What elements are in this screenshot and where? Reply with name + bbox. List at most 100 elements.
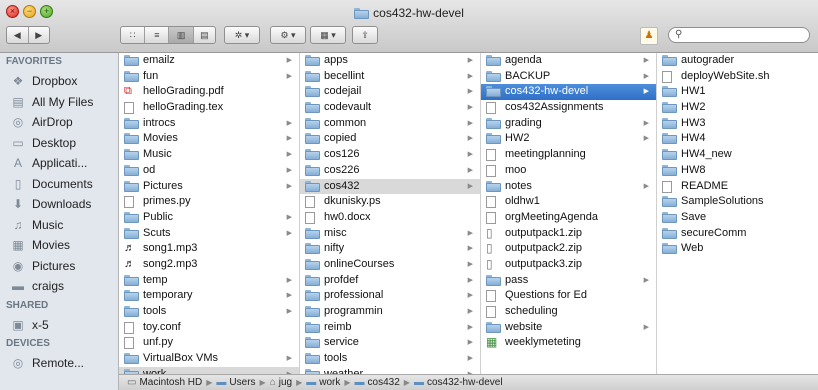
sidebar-item-applicati[interactable]: A Applicati... (0, 153, 118, 174)
folder-row[interactable]: od ▶ (119, 163, 299, 179)
column-view-button[interactable]: ▥ (169, 27, 194, 43)
folder-row[interactable]: website ▶ (481, 320, 656, 336)
folder-row[interactable]: Save (657, 210, 818, 226)
file-row[interactable]: ▯ outputpack1.zip (481, 226, 656, 242)
folder-row[interactable]: nifty ▶ (300, 241, 480, 257)
file-row[interactable]: helloGrading.tex (119, 100, 299, 116)
file-row[interactable]: ♬ song2.mp3 (119, 257, 299, 273)
file-row[interactable]: meetingplanning (481, 147, 656, 163)
folder-row[interactable]: HW4 (657, 131, 818, 147)
folder-row[interactable]: fun ▶ (119, 69, 299, 85)
sidebar-item-all-my-files[interactable]: ▤ All My Files (0, 92, 118, 113)
folder-row[interactable]: professional ▶ (300, 288, 480, 304)
folder-row[interactable]: Movies ▶ (119, 131, 299, 147)
folder-row[interactable]: Scuts ▶ (119, 226, 299, 242)
path-crumb[interactable]: ▬ Users ▶ (216, 377, 269, 388)
folder-row[interactable]: HW8 (657, 163, 818, 179)
folder-row[interactable]: agenda ▶ (481, 53, 656, 69)
file-row[interactable]: orgMeetingAgenda (481, 210, 656, 226)
sidebar-item-craigs[interactable]: ▬ craigs (0, 276, 118, 297)
back-button[interactable]: ◀ (7, 27, 29, 43)
file-row[interactable]: oldhw1 (481, 194, 656, 210)
file-row[interactable]: Questions for Ed (481, 288, 656, 304)
folder-row[interactable]: cos126 ▶ (300, 147, 480, 163)
sidebar-item-music[interactable]: ♫ Music (0, 215, 118, 236)
folder-row[interactable]: notes ▶ (481, 179, 656, 195)
sidebar-item-movies[interactable]: ▦ Movies (0, 235, 118, 256)
folder-row[interactable]: codevault ▶ (300, 100, 480, 116)
list-view-button[interactable]: ≡ (145, 27, 170, 43)
folder-row[interactable]: cos226 ▶ (300, 163, 480, 179)
file-row[interactable]: ⧉ helloGrading.pdf (119, 84, 299, 100)
folder-row[interactable]: Public ▶ (119, 210, 299, 226)
file-row[interactable]: toy.conf (119, 320, 299, 336)
folder-row[interactable]: HW2 ▶ (481, 131, 656, 147)
folder-row[interactable]: reimb ▶ (300, 320, 480, 336)
folder-row[interactable]: introcs ▶ (119, 116, 299, 132)
coverflow-view-button[interactable]: ▤ (194, 27, 215, 43)
sidebar-item-pictures[interactable]: ◉ Pictures (0, 256, 118, 277)
folder-row[interactable]: BACKUP ▶ (481, 69, 656, 85)
path-crumb[interactable]: ▬ work ▶ (306, 377, 354, 388)
sidebar-item-remote[interactable]: ◎ Remote... (0, 353, 118, 374)
file-row[interactable]: deployWebSite.sh (657, 69, 818, 85)
sidebar-item-downloads[interactable]: ⬇ Downloads (0, 194, 118, 215)
folder-row[interactable]: tools ▶ (119, 304, 299, 320)
search-field[interactable]: ⚲ (668, 27, 810, 43)
folder-row[interactable]: cos432 ▶ (300, 178, 480, 195)
sidebar-item-airdrop[interactable]: ◎ AirDrop (0, 112, 118, 133)
folder-row[interactable]: autograder (657, 53, 818, 69)
forward-button[interactable]: ▶ (29, 27, 50, 43)
folder-row[interactable]: temporary ▶ (119, 288, 299, 304)
folder-row[interactable]: onlineCourses ▶ (300, 257, 480, 273)
folder-row[interactable]: Music ▶ (119, 147, 299, 163)
folder-row[interactable]: profdef ▶ (300, 273, 480, 289)
grid-menu-button[interactable]: ▦ ▾ (310, 26, 346, 44)
folder-row[interactable]: codejail ▶ (300, 84, 480, 100)
folder-row[interactable]: temp ▶ (119, 273, 299, 289)
file-row[interactable]: primes.py (119, 194, 299, 210)
file-row[interactable]: scheduling (481, 304, 656, 320)
folder-row[interactable]: HW3 (657, 116, 818, 132)
path-crumb[interactable]: ▭ Macintosh HD ▶ (127, 377, 216, 388)
folder-row[interactable]: work▶ (119, 366, 299, 374)
folder-row[interactable]: apps ▶ (300, 53, 480, 69)
folder-row[interactable]: secureComm (657, 226, 818, 242)
file-row[interactable]: ▯ outputpack3.zip (481, 257, 656, 273)
search-input[interactable] (689, 29, 803, 42)
icon-view-button[interactable]: ∷ (121, 27, 146, 43)
sidebar-item-desktop[interactable]: ▭ Desktop (0, 133, 118, 154)
file-row[interactable]: hw0.docx (300, 210, 480, 226)
action-menu-button[interactable]: ✲ ▾ (224, 26, 260, 44)
file-row[interactable]: dkunisky.ps (300, 194, 480, 210)
sidebar-item-dropbox[interactable]: ❖ Dropbox (0, 71, 118, 92)
sidebar-item-x-5[interactable]: ▣ x-5 (0, 315, 118, 336)
file-row[interactable]: moo (481, 163, 656, 179)
file-row[interactable]: README (657, 179, 818, 195)
arrange-menu-button[interactable]: ⚙ ▾ (270, 26, 306, 44)
folder-row[interactable]: common ▶ (300, 116, 480, 132)
path-crumb[interactable]: ▬ cos432-hw-devel (414, 377, 503, 388)
file-row[interactable]: ▯ outputpack2.zip (481, 241, 656, 257)
folder-row[interactable]: SampleSolutions (657, 194, 818, 210)
path-crumb[interactable]: ⌂ jug ▶ (270, 377, 307, 388)
path-crumb[interactable]: ▬ cos432 ▶ (355, 377, 414, 388)
folder-row[interactable]: copied ▶ (300, 131, 480, 147)
file-row[interactable]: cos432Assignments (481, 100, 656, 116)
folder-row[interactable]: grading ▶ (481, 116, 656, 132)
folder-row[interactable]: VirtualBox VMs ▶ (119, 351, 299, 367)
file-row[interactable]: ♬ song1.mp3 (119, 241, 299, 257)
share-button[interactable]: ⇪ (352, 26, 378, 44)
app-logo-icon[interactable]: ♟ (640, 27, 658, 45)
file-row[interactable]: ▦ weeklymeteting (481, 335, 656, 351)
folder-row[interactable]: becellint ▶ (300, 69, 480, 85)
folder-row[interactable]: emailz ▶ (119, 53, 299, 69)
folder-row[interactable]: HW4_new (657, 147, 818, 163)
folder-row[interactable]: HW2 (657, 100, 818, 116)
folder-row[interactable]: tools ▶ (300, 351, 480, 367)
folder-row[interactable]: pass ▶ (481, 273, 656, 289)
folder-row[interactable]: programmin ▶ (300, 304, 480, 320)
folder-row[interactable]: weather▶ (300, 367, 480, 374)
folder-row[interactable]: Pictures ▶ (119, 179, 299, 195)
folder-row[interactable]: service ▶ (300, 335, 480, 351)
